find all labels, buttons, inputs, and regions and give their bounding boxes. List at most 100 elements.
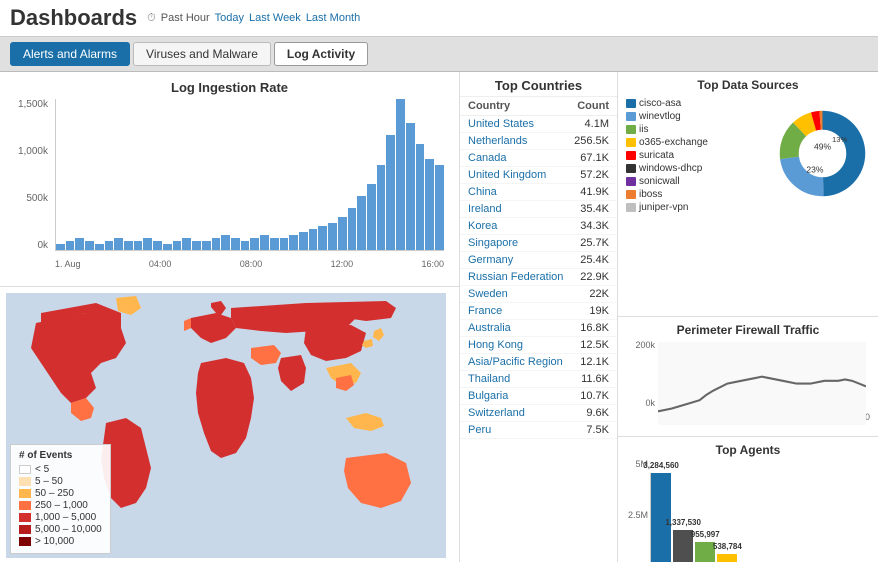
table-row: Singapore 25.7K: [460, 235, 617, 252]
country-link[interactable]: Germany: [468, 254, 513, 266]
country-link[interactable]: Hong Kong: [468, 339, 523, 351]
country-link[interactable]: China: [468, 186, 497, 198]
legend-item-1: < 5: [19, 464, 102, 475]
svg-text:23%: 23%: [806, 165, 824, 175]
fw-title: Perimeter Firewall Traffic: [626, 323, 870, 337]
chart-bar: [134, 241, 143, 250]
chart-bar: [173, 241, 182, 250]
table-row: China 41.9K: [460, 184, 617, 201]
country-link[interactable]: Canada: [468, 152, 507, 164]
tab-alerts[interactable]: Alerts and Alarms: [10, 42, 130, 66]
country-count: 11.6K: [581, 373, 609, 385]
country-link[interactable]: Switzerland: [468, 407, 525, 419]
firewall-section: Perimeter Firewall Traffic 200k 0k 1. Au…: [618, 317, 878, 437]
chart-bar: [95, 244, 104, 250]
bars-container: [55, 99, 444, 251]
chart-bar: [289, 235, 298, 250]
table-row: United Kingdom57.2K: [460, 167, 617, 184]
x-label-aug: 1. Aug: [55, 259, 81, 269]
country-link[interactable]: Peru: [468, 424, 491, 436]
x-label-08: 08:00: [240, 259, 263, 269]
country-link[interactable]: Thailand: [468, 373, 510, 385]
country-link[interactable]: Singapore: [468, 237, 518, 249]
legend-item-6: 5,000 – 10,000: [19, 524, 102, 535]
tds-legend-label: iis: [639, 124, 648, 135]
tds-legend-label: sonicwall: [639, 176, 680, 187]
country-link[interactable]: United Kingdom: [468, 169, 546, 181]
main-content: Log Ingestion Rate 1,500k 1,000k 500k 0k…: [0, 72, 878, 562]
tds-legend-item: windows-dhcp: [626, 163, 771, 174]
legend-item-2: 5 – 50: [19, 476, 102, 487]
country-count: 25.4K: [580, 254, 609, 266]
map-legend: # of Events < 5 5 – 50 50 – 250 250 – 1,…: [10, 444, 111, 554]
chart-bar: [153, 241, 162, 250]
chart-bar: [56, 244, 65, 250]
chart-bar: [396, 99, 405, 250]
tc-col-headers: Country Count: [460, 97, 617, 116]
country-link[interactable]: Netherlands: [468, 135, 527, 147]
country-link[interactable]: Asia/Pacific Region: [468, 356, 563, 368]
table-row: Korea34.3K: [460, 218, 617, 235]
chart-bar: [212, 238, 221, 250]
country-link[interactable]: Sweden: [468, 288, 508, 300]
table-row: Asia/Pacific Region12.1K: [460, 354, 617, 371]
tab-log-activity[interactable]: Log Activity: [274, 42, 368, 66]
time-today[interactable]: Today: [215, 12, 244, 24]
tds-color-dot: [626, 203, 636, 212]
tds-legend-item: iis: [626, 124, 771, 135]
tds-legend-item: sonicwall: [626, 176, 771, 187]
x-label-16: 16:00: [421, 259, 444, 269]
y-label-1000: 1,000k: [18, 146, 48, 157]
y-label-500: 500k: [26, 193, 48, 204]
country-link[interactable]: Australia: [468, 322, 511, 334]
chart-bar: [348, 208, 357, 250]
time-lastweek[interactable]: Last Week: [249, 12, 301, 24]
country-count: 41.9K: [580, 186, 609, 198]
table-row: Peru7.5K: [460, 422, 617, 439]
tds-color-dot: [626, 125, 636, 134]
country-link[interactable]: Russian Federation: [468, 271, 563, 283]
table-row: Hong Kong 12.5K: [460, 337, 617, 354]
country-count: 4.1M: [585, 118, 609, 130]
table-row: France19K: [460, 303, 617, 320]
country-link[interactable]: United States: [468, 118, 534, 130]
fw-chart: 200k 0k 1. Aug 12:00: [626, 340, 870, 422]
country-count: 12.5K: [580, 339, 609, 351]
tds-legend-item: winevtlog: [626, 111, 771, 122]
country-link[interactable]: Korea: [468, 220, 497, 232]
legend-item-7: > 10,000: [19, 536, 102, 547]
tab-viruses[interactable]: Viruses and Malware: [133, 42, 271, 66]
country-link[interactable]: France: [468, 305, 502, 317]
active-time[interactable]: Past Hour: [161, 12, 210, 24]
chart-bar: [114, 238, 123, 250]
top-countries-title: Top Countries: [460, 72, 617, 97]
time-lastmonth[interactable]: Last Month: [306, 12, 360, 24]
x-axis: 1. Aug 04:00 08:00 12:00 16:00: [55, 259, 444, 269]
donut-chart: 49% 13% 23%: [775, 106, 870, 201]
table-row: Netherlands256.5K: [460, 133, 617, 150]
chart-bar: [309, 229, 318, 250]
tds-legend-label: cisco-asa: [639, 98, 681, 109]
chart-area: 1,500k 1,000k 500k 0k 1. Aug 04:00 08:00…: [10, 99, 449, 269]
country-link[interactable]: Bulgaria: [468, 390, 508, 402]
table-row: Switzerland 9.6K: [460, 405, 617, 422]
chart-bar: [280, 238, 289, 250]
chart-bar: [66, 241, 75, 250]
country-count: 10.7K: [580, 390, 609, 402]
tds-legend-label: o365-exchange: [639, 137, 708, 148]
country-count: 9.6K: [586, 407, 609, 419]
fw-line-chart: [658, 342, 866, 425]
chart-bar: [425, 159, 434, 250]
tds-color-dot: [626, 138, 636, 147]
chart-bar: [367, 184, 376, 250]
tds-legend-label: iboss: [639, 189, 662, 200]
tds-legend-label: windows-dhcp: [639, 163, 702, 174]
chart-bar: [260, 235, 269, 250]
tds-color-dot: [626, 99, 636, 108]
country-link[interactable]: Ireland: [468, 203, 502, 215]
svg-text:49%: 49%: [814, 142, 832, 152]
tds-legend-item: suricata: [626, 150, 771, 161]
country-count: 25.7K: [580, 237, 609, 249]
chart-bar: [75, 238, 84, 250]
country-count: 22K: [589, 288, 609, 300]
